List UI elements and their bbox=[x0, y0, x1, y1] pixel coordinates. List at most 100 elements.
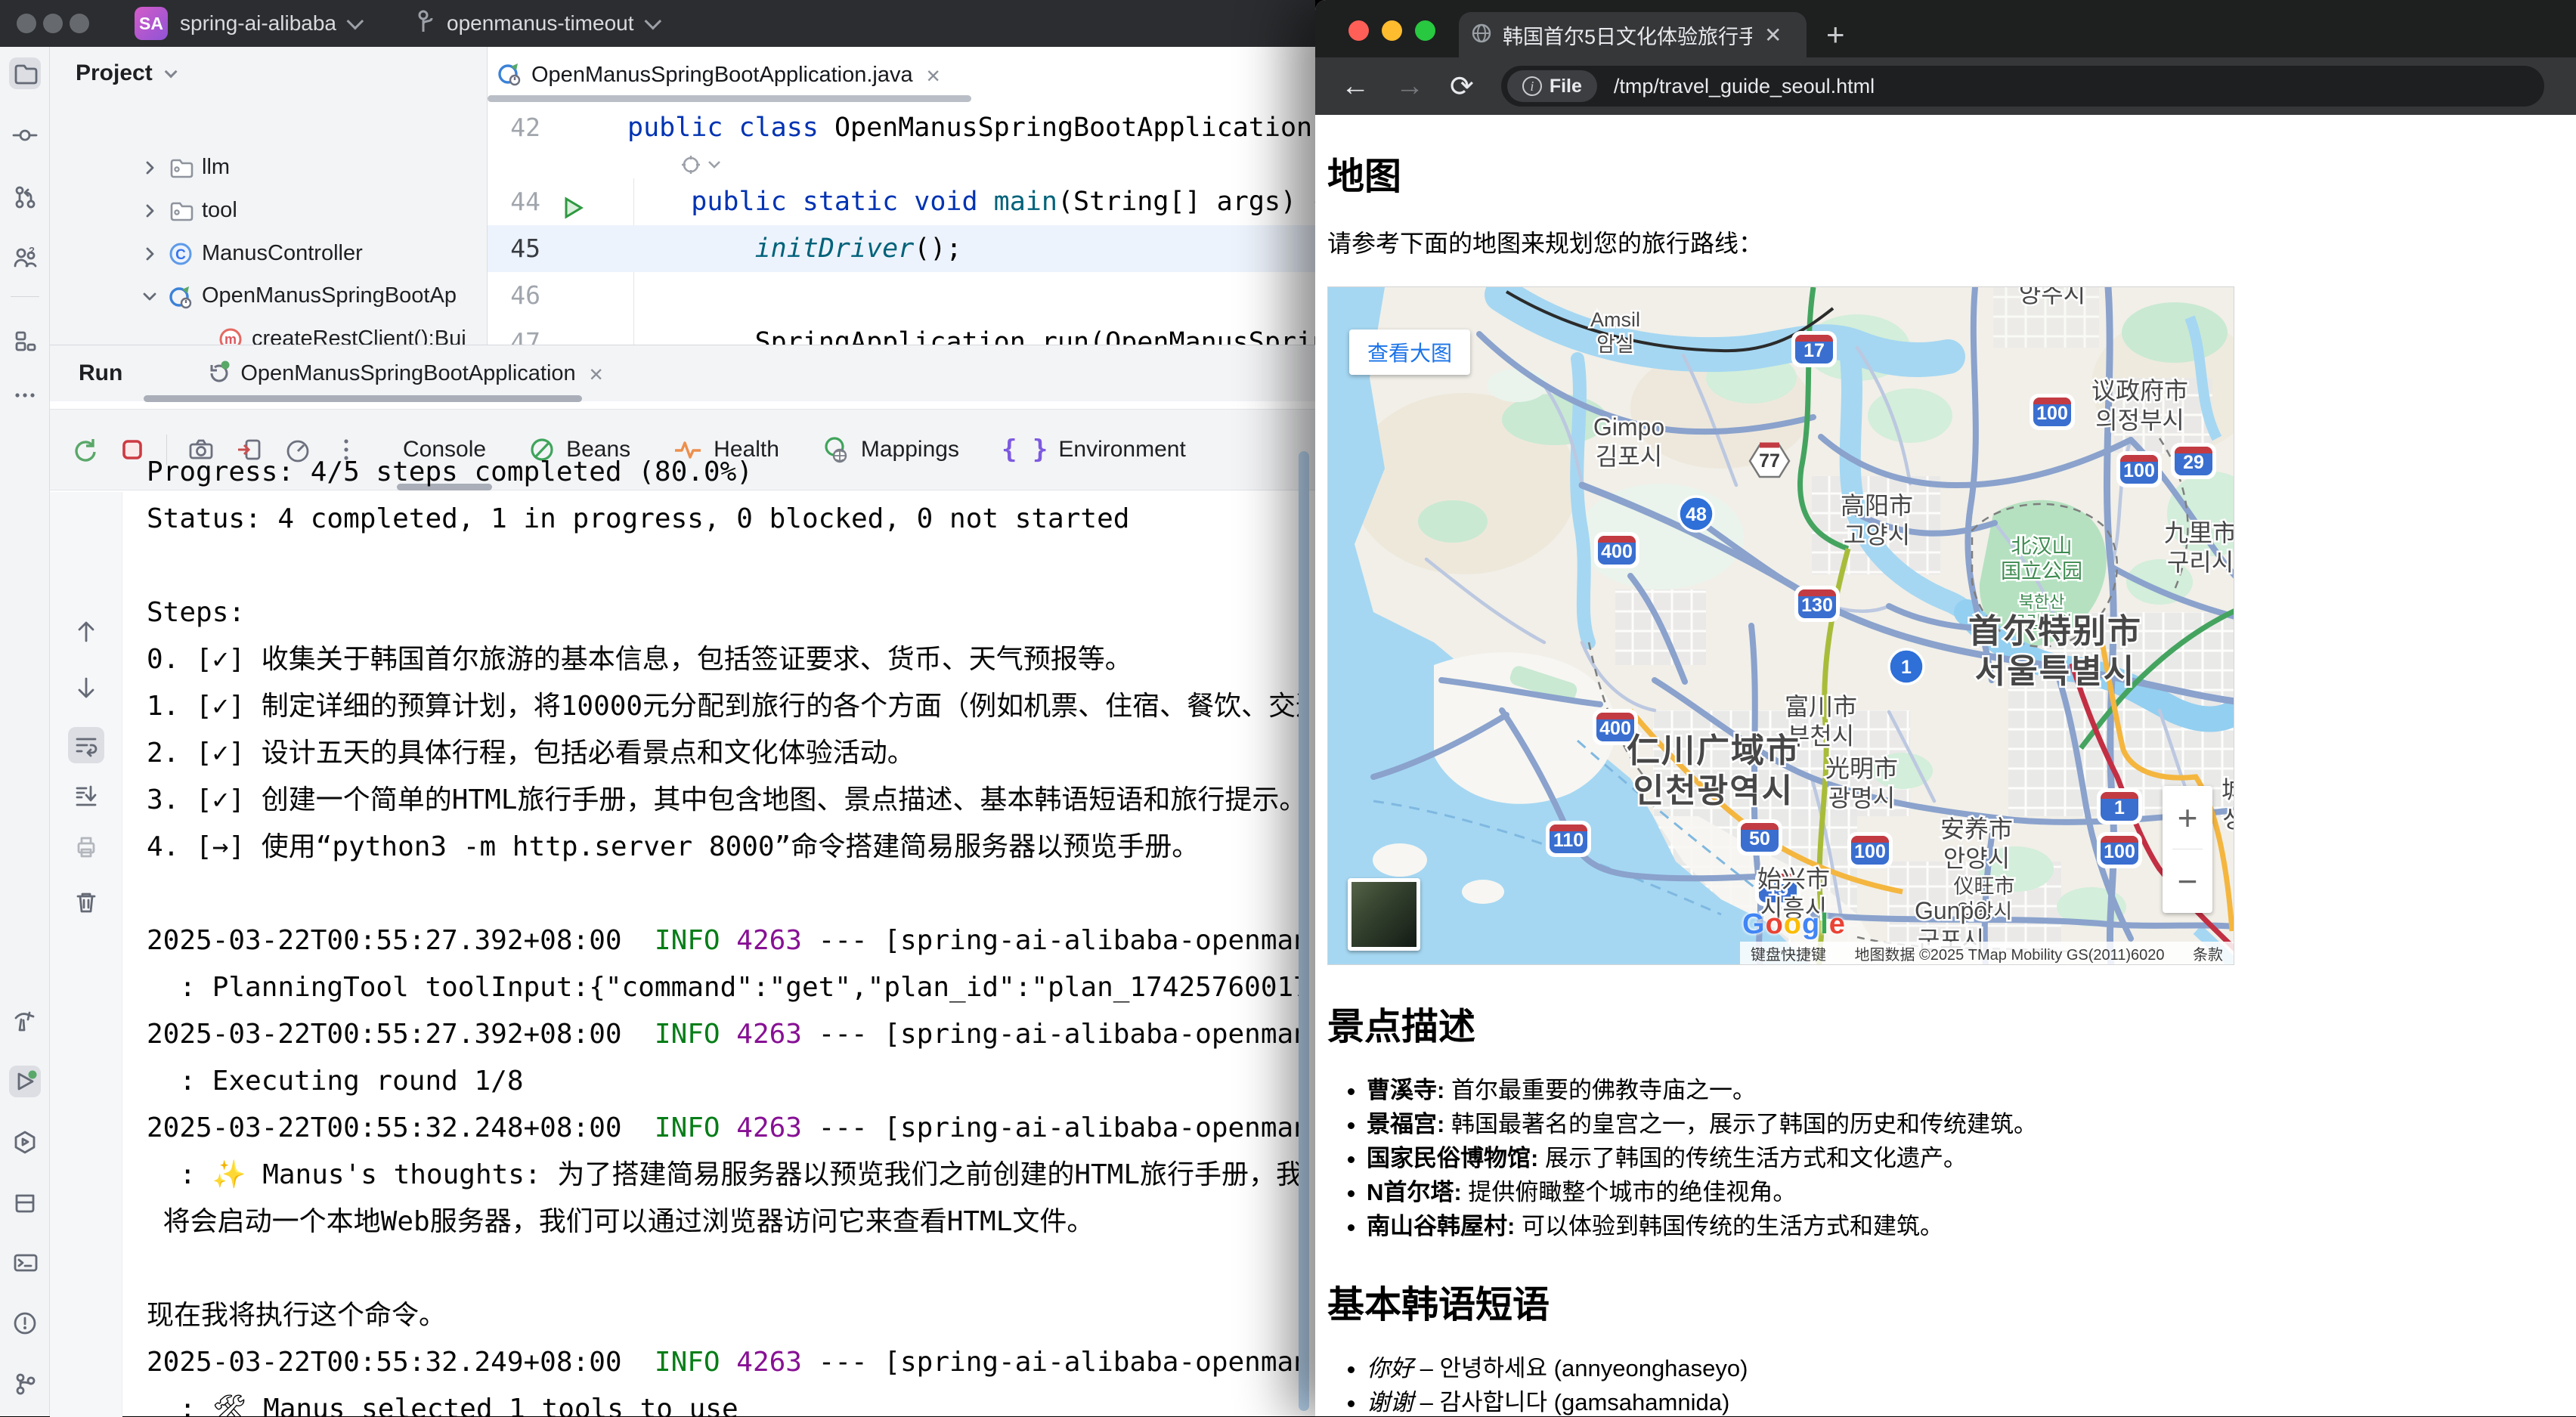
svg-text:北汉山: 北汉山 bbox=[2011, 535, 2073, 558]
road-shield: 100 bbox=[2097, 832, 2142, 868]
svg-text:高阳市: 高阳市 bbox=[1841, 492, 1913, 519]
road-shield: 110 bbox=[1546, 821, 1591, 857]
project-avatar[interactable]: SA bbox=[135, 7, 168, 40]
file-scheme-chip[interactable]: i File bbox=[1507, 70, 1597, 102]
svg-text:400: 400 bbox=[1601, 541, 1633, 562]
svg-text:100: 100 bbox=[1854, 841, 1886, 862]
tree-item-llm[interactable]: llm bbox=[50, 146, 488, 189]
road-shield: 17 bbox=[1791, 331, 1837, 367]
browser-zoom-button[interactable] bbox=[1415, 20, 1435, 41]
sidebar-ai-assistant-icon[interactable]: ? bbox=[9, 242, 41, 274]
google-logo[interactable]: Google bbox=[1742, 908, 1846, 941]
browser-minimize-button[interactable] bbox=[1382, 20, 1402, 41]
svg-text:50: 50 bbox=[1749, 828, 1770, 849]
svg-text:Gunpo: Gunpo bbox=[1915, 897, 1987, 924]
sidebar-pull-requests-icon[interactable] bbox=[9, 181, 41, 213]
console-line: Progress: 4/5 steps completed (80.0%) bbox=[147, 449, 1303, 496]
browser-tab[interactable]: 韩国首尔5日文化体验旅行手册 ✕ bbox=[1459, 12, 1807, 57]
close-icon[interactable]: ✕ bbox=[590, 360, 603, 387]
close-icon[interactable]: ✕ bbox=[1764, 23, 1782, 48]
tree-item-manus-controller[interactable]: C ManusController bbox=[50, 232, 488, 275]
new-tab-button[interactable]: + bbox=[1826, 17, 1845, 53]
sidebar-project-icon[interactable] bbox=[9, 57, 41, 89]
back-button[interactable]: ← bbox=[1341, 70, 1370, 103]
window-close-button[interactable] bbox=[17, 14, 36, 33]
run-panel-title[interactable]: Run bbox=[79, 360, 122, 386]
editor[interactable]: OpenManusSpringBootApplication.java ✕ 42… bbox=[488, 47, 1315, 345]
chevron-expanded-icon[interactable] bbox=[139, 286, 160, 307]
editor-tab[interactable]: OpenManusSpringBootApplication.java ✕ bbox=[497, 53, 940, 97]
chevron-right-icon[interactable] bbox=[139, 200, 160, 221]
keyboard-shortcuts-link[interactable]: 键盘快捷键 bbox=[1751, 942, 1826, 964]
chevron-right-icon[interactable] bbox=[139, 157, 160, 178]
project-name[interactable]: spring-ai-alibaba bbox=[180, 11, 336, 36]
sidebar-commit-icon[interactable] bbox=[9, 119, 41, 151]
sidebar-database-icon[interactable] bbox=[9, 1187, 41, 1218]
console-output[interactable]: Progress: 4/5 steps completed (80.0%)Sta… bbox=[147, 449, 1303, 1417]
forward-button[interactable]: → bbox=[1395, 70, 1424, 103]
svg-text:서울특별시: 서울특별시 bbox=[1975, 653, 2135, 690]
close-icon[interactable]: ✕ bbox=[927, 62, 940, 88]
zoom-in-button[interactable]: + bbox=[2163, 786, 2212, 849]
sidebar-problems-icon[interactable] bbox=[9, 1307, 41, 1339]
svg-text:1: 1 bbox=[2114, 797, 2125, 818]
rerun-spring-icon bbox=[206, 359, 231, 388]
sidebar-build-icon[interactable] bbox=[9, 1005, 41, 1037]
project-panel-header[interactable]: Project bbox=[76, 60, 174, 86]
tree-item-tool[interactable]: tool bbox=[50, 189, 488, 232]
sidebar-more-icon[interactable] bbox=[9, 379, 41, 411]
svg-text:100: 100 bbox=[2123, 460, 2155, 481]
sidebar-services-icon[interactable] bbox=[9, 1126, 41, 1158]
scroll-down-icon[interactable] bbox=[68, 670, 104, 706]
spring-inlay-hint[interactable] bbox=[488, 151, 1315, 178]
console-line: 4. [→] 使用“python3 -m http.server 8000”命令… bbox=[147, 824, 1303, 871]
google-map-embed[interactable]: 77481400171001002913040011050110010015 A… bbox=[1327, 286, 2234, 965]
soft-wrap-icon[interactable] bbox=[68, 727, 104, 763]
code-line-42: 42 public class OpenManusSpringBootAppli… bbox=[488, 104, 1315, 151]
run-panel-header: Run OpenManusSpringBootApplication ✕ bbox=[50, 345, 1315, 401]
code-area[interactable]: 42 public class OpenManusSpringBootAppli… bbox=[488, 104, 1315, 345]
run-config-name[interactable]: openmanus-timeout bbox=[447, 11, 633, 36]
road-shield: 100 bbox=[2116, 451, 2162, 487]
sidebar-terminal-icon[interactable] bbox=[9, 1247, 41, 1279]
tree-item-openmanus-app[interactable]: OpenManusSpringBootAp bbox=[50, 274, 488, 317]
tab-scrollbar[interactable] bbox=[488, 95, 971, 102]
zoom-out-button[interactable]: − bbox=[2163, 849, 2212, 912]
window-zoom-button[interactable] bbox=[70, 14, 89, 33]
window-minimize-button[interactable] bbox=[43, 14, 63, 33]
svg-text:C: C bbox=[175, 247, 186, 263]
svg-text:仪旺市: 仪旺市 bbox=[1954, 875, 2015, 898]
scroll-to-end-icon[interactable] bbox=[68, 778, 104, 814]
svg-text:九里市: 九里市 bbox=[2164, 519, 2234, 546]
sidebar-run-icon[interactable] bbox=[9, 1066, 41, 1097]
view-larger-map-button[interactable]: 查看大图 bbox=[1349, 329, 1470, 375]
rerun-button[interactable] bbox=[70, 435, 98, 464]
satellite-layer-toggle[interactable] bbox=[1348, 878, 1420, 951]
console-scrollbar[interactable] bbox=[1299, 451, 1309, 1411]
reload-button[interactable]: ⟳ bbox=[1450, 70, 1474, 104]
run-tab[interactable]: OpenManusSpringBootApplication ✕ bbox=[206, 359, 602, 388]
road-shield: 1 bbox=[2097, 788, 2142, 825]
map-canvas: 77481400171001002913040011050110010015 A… bbox=[1328, 287, 2234, 965]
console-line bbox=[147, 543, 1303, 589]
terms-link[interactable]: 条款 bbox=[2193, 942, 2223, 964]
scroll-up-icon[interactable] bbox=[68, 614, 104, 650]
print-icon[interactable] bbox=[68, 829, 104, 865]
console-line: : 🛠 Manus selected 1 tools to use bbox=[147, 1386, 1303, 1417]
browser-close-button[interactable] bbox=[1348, 20, 1369, 41]
chevron-right-icon[interactable] bbox=[139, 243, 160, 265]
svg-text:광명시: 광명시 bbox=[1828, 784, 1895, 812]
stop-button[interactable] bbox=[118, 435, 147, 464]
svg-text:인천광역시: 인천광역시 bbox=[1633, 772, 1794, 809]
run-tab-scrollbar[interactable] bbox=[144, 395, 582, 402]
svg-text:m: m bbox=[224, 332, 237, 345]
console-line: 2. [✓] 设计五天的具体行程，包括必看景点和文化体验活动。 bbox=[147, 730, 1303, 777]
clear-console-icon[interactable] bbox=[68, 884, 104, 920]
address-bar[interactable]: i File /tmp/travel_guide_seoul.html bbox=[1501, 66, 2544, 107]
sidebar-structure-icon[interactable] bbox=[9, 325, 41, 357]
tree-item-create-rest-client[interactable]: m createRestClient():Bui bbox=[50, 317, 488, 345]
list-item: 你好 – 안녕하세요 (annyeonghaseyo) bbox=[1367, 1351, 2564, 1385]
sidebar-git-icon[interactable] bbox=[9, 1368, 41, 1400]
svg-text:양주시: 양주시 bbox=[2019, 287, 2085, 308]
attractions-heading: 景点描述 bbox=[1327, 997, 2564, 1050]
